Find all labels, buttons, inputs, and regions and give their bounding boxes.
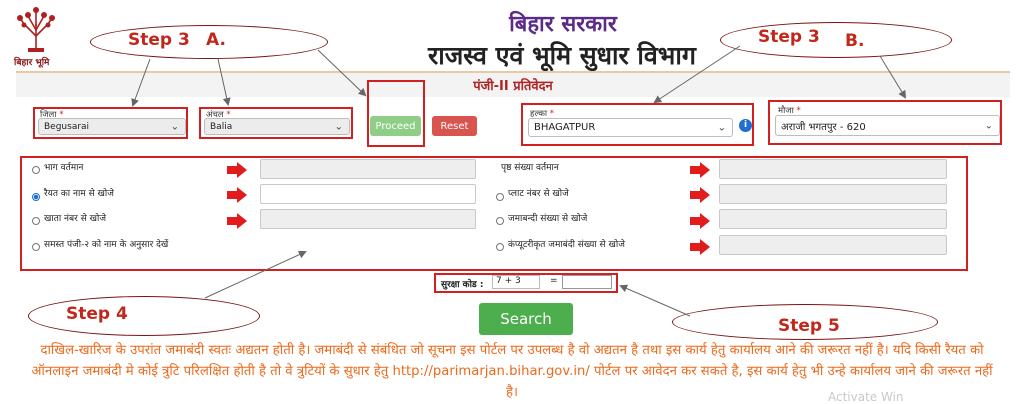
page-title: पंजी-II प्रतिवेदन bbox=[473, 79, 553, 94]
step3-left-label: Step 3 bbox=[128, 30, 190, 50]
highlight-halka bbox=[521, 103, 754, 146]
letter-a-label: A. bbox=[206, 30, 226, 50]
department-title: राजस्व एवं भूमि सुधार विभाग bbox=[428, 41, 696, 70]
watermark: Activate Win bbox=[828, 390, 904, 404]
highlight-circle bbox=[199, 107, 353, 139]
highlight-search-options bbox=[20, 156, 968, 271]
step3-right-callout bbox=[720, 22, 952, 58]
highlight-district bbox=[33, 107, 188, 139]
letter-b-label: B. bbox=[845, 31, 865, 51]
step3-right-label: Step 3 bbox=[758, 27, 820, 47]
title-bar: पंजी-II प्रतिवेदन bbox=[16, 73, 1010, 97]
bihar-emblem-icon bbox=[14, 6, 58, 54]
reset-button[interactable]: Reset bbox=[432, 116, 477, 136]
highlight-mauja bbox=[768, 100, 1002, 145]
pointer-step5-captcha bbox=[619, 284, 691, 317]
highlight-captcha bbox=[434, 273, 618, 293]
step4-label: Step 4 bbox=[66, 304, 128, 324]
emblem-caption: बिहार भूमि bbox=[14, 58, 50, 68]
step4-callout bbox=[28, 296, 260, 336]
highlight-proceed bbox=[367, 80, 425, 147]
step5-label: Step 5 bbox=[778, 316, 840, 336]
search-button[interactable]: Search bbox=[479, 303, 573, 335]
government-title: बिहार सरकार bbox=[509, 12, 617, 37]
